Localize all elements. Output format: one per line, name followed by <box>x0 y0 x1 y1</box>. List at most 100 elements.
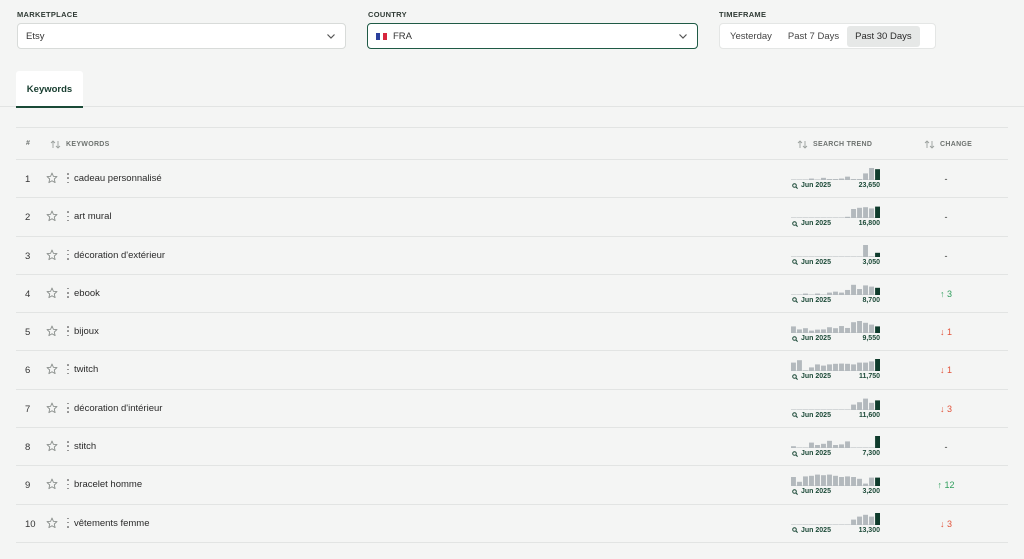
header-search-trend[interactable]: SEARCH TREND <box>797 140 872 149</box>
search-volume: 9,550 <box>862 335 880 343</box>
search-volume: 3,050 <box>862 258 880 266</box>
trend-date[interactable]: Jun 2025 <box>792 297 831 304</box>
more-options-icon[interactable] <box>66 172 70 184</box>
keyword-text[interactable]: vêtements femme <box>74 518 150 529</box>
header-keywords[interactable]: KEYWORDS <box>50 140 110 149</box>
more-options-icon[interactable] <box>66 478 70 490</box>
trend-bar <box>833 328 838 334</box>
chevron-down-icon <box>327 34 335 39</box>
more-options-icon[interactable] <box>66 287 70 299</box>
star-icon[interactable] <box>46 210 58 222</box>
trend-bar <box>815 445 820 449</box>
trend-bar <box>869 255 874 257</box>
trend-date[interactable]: Jun 2025 <box>792 450 831 457</box>
trend-date[interactable]: Jun 2025 <box>792 373 831 380</box>
trend-date[interactable]: Jun 2025 <box>792 182 831 189</box>
star-icon[interactable] <box>46 440 58 452</box>
trend-bar <box>851 447 856 449</box>
trend-bar <box>857 321 862 334</box>
trend-bar <box>839 326 844 334</box>
trend-bar <box>863 322 868 334</box>
rank-change: ↓ 1 <box>939 327 952 338</box>
trend-date[interactable]: Jun 2025 <box>792 488 831 495</box>
header-change[interactable]: CHANGE <box>924 140 972 149</box>
trend-bar <box>863 173 868 180</box>
more-options-icon[interactable] <box>66 210 70 222</box>
trend-bar <box>815 293 820 295</box>
table-row[interactable]: 8 stitch Jun 2025 7,300 - <box>16 428 1008 467</box>
table-row[interactable]: 10 vêtements femme Jun 2025 13,300 ↓ 3 <box>16 505 1008 543</box>
trend-bar <box>827 256 832 257</box>
country-select[interactable]: FRA <box>367 23 698 49</box>
more-options-icon[interactable] <box>66 249 70 261</box>
trend-month: Jun 2025 <box>801 373 831 381</box>
trend-date[interactable]: Jun 2025 <box>792 412 831 419</box>
trend-bar <box>809 476 814 487</box>
star-icon[interactable] <box>46 287 58 299</box>
more-options-icon[interactable] <box>66 325 70 337</box>
trend-bar <box>791 217 796 219</box>
trend-bar <box>815 256 820 257</box>
keyword-text[interactable]: bracelet homme <box>74 479 142 490</box>
table-row[interactable]: 2 art mural Jun 2025 16,800 - <box>16 198 1008 237</box>
keyword-text[interactable]: cadeau personnalisé <box>74 173 162 184</box>
trend-bar <box>869 402 874 410</box>
trend-bar <box>851 209 856 219</box>
search-trend-chart <box>791 512 880 525</box>
trend-date[interactable]: Jun 2025 <box>792 335 831 342</box>
flag-stripe <box>383 32 388 40</box>
trend-bar <box>869 208 874 219</box>
trend-date[interactable]: Jun 2025 <box>792 259 831 266</box>
marketplace-select[interactable]: Etsy <box>17 23 346 49</box>
more-options-icon[interactable] <box>66 363 70 375</box>
timeframe-30-days-button[interactable]: Past 30 Days <box>847 25 920 47</box>
table-row[interactable]: 9 bracelet homme Jun 2025 3,200 ↑ 12 <box>16 466 1008 505</box>
trend-bar <box>827 217 832 219</box>
star-icon[interactable] <box>46 249 58 261</box>
trend-date[interactable]: Jun 2025 <box>792 527 831 534</box>
trend-bar <box>839 256 844 257</box>
keyword-text[interactable]: twitch <box>74 364 98 375</box>
timeframe-yesterday-button[interactable]: Yesterday <box>722 26 780 47</box>
more-options-icon[interactable] <box>66 440 70 452</box>
row-number: 1 <box>25 174 31 185</box>
rank-change: ↓ 3 <box>939 403 952 414</box>
trend-bar <box>845 176 850 180</box>
more-options-icon[interactable] <box>66 517 70 529</box>
table-row[interactable]: 7 décoration d'intérieur Jun 2025 11,600 ↓ 3 <box>16 390 1008 429</box>
keyword-text[interactable]: décoration d'intérieur <box>74 403 162 414</box>
trend-date[interactable]: Jun 2025 <box>792 220 831 227</box>
table-row[interactable]: 1 cadeau personnalisé Jun 2025 23,650 - <box>16 160 1008 199</box>
table-row[interactable]: 4 ebook Jun 2025 8,700 ↑ 3 <box>16 275 1008 314</box>
tab-keywords[interactable]: Keywords <box>16 71 83 108</box>
trend-bar <box>851 404 856 410</box>
sort-icon <box>797 140 808 149</box>
trend-bar <box>857 179 862 180</box>
search-icon <box>792 259 798 266</box>
trend-bar <box>851 477 856 487</box>
search-trend-chart <box>791 168 880 180</box>
table-row[interactable]: 3 décoration d'extérieur Jun 2025 3,050 - <box>16 237 1008 275</box>
search-volume: 7,300 <box>862 450 880 458</box>
star-icon[interactable] <box>46 517 58 529</box>
keyword-text[interactable]: bijoux <box>74 326 99 337</box>
table-row[interactable]: 6 twitch Jun 2025 11,750 ↓ 1 <box>16 351 1008 390</box>
timeframe-7-days-button[interactable]: Past 7 Days <box>780 26 847 47</box>
keyword-text[interactable]: décoration d'extérieur <box>74 250 165 261</box>
table-row[interactable]: 5 bijoux Jun 2025 9,550 ↓ 1 <box>16 313 1008 352</box>
sort-icon <box>50 140 61 149</box>
keyword-text[interactable]: ebook <box>74 288 100 299</box>
row-number: 3 <box>25 250 31 262</box>
trend-month: Jun 2025 <box>801 296 831 304</box>
star-icon[interactable] <box>46 478 58 490</box>
trend-bar <box>827 409 832 410</box>
keyword-text[interactable]: stitch <box>74 441 96 452</box>
keyword-text[interactable]: art mural <box>74 211 111 222</box>
star-icon[interactable] <box>46 363 58 375</box>
more-options-icon[interactable] <box>66 402 70 414</box>
trend-bar <box>815 409 820 410</box>
star-icon[interactable] <box>46 325 58 337</box>
star-icon[interactable] <box>46 402 58 414</box>
trend-bar <box>797 217 802 219</box>
star-icon[interactable] <box>46 172 58 184</box>
